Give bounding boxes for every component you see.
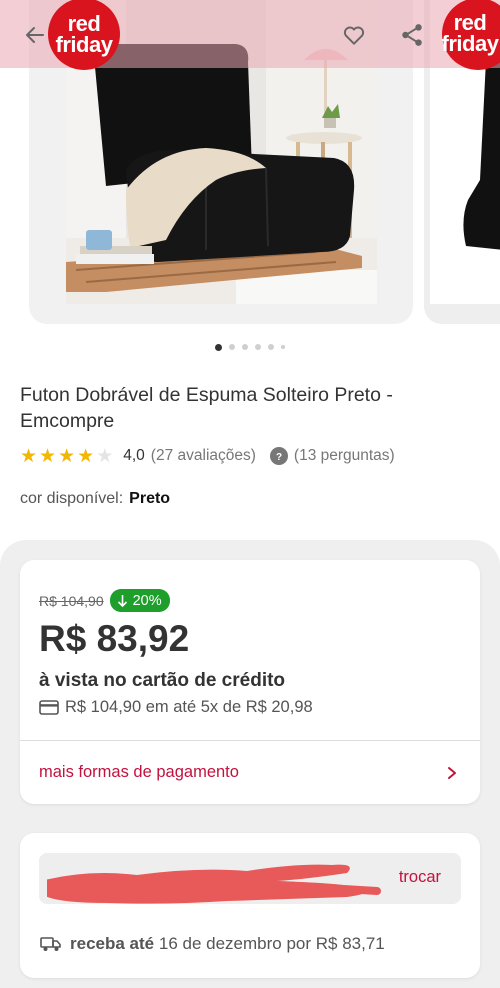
old-price-row: R$ 104,90 20%: [39, 589, 170, 612]
top-app-bar: red friday red friday: [0, 0, 500, 70]
star-icon-empty: ★: [96, 445, 114, 467]
credit-card-icon: [39, 700, 59, 715]
more-payment-options-link[interactable]: mais formas de pagamento: [20, 741, 480, 804]
arrow-left-icon: [26, 27, 44, 43]
pagination-dot[interactable]: [229, 344, 235, 350]
pagination-dot[interactable]: [255, 344, 261, 350]
shipping-card: trocar receba até 16 de dezembro por R$ …: [20, 833, 480, 978]
star-icon-full: ★: [39, 445, 57, 467]
price-card: R$ 104,90 20% R$ 83,92 à vista no cartão…: [20, 560, 480, 804]
redacted-address-scribble: [47, 864, 381, 904]
svg-text:?: ?: [276, 452, 282, 462]
questions-label: (13 perguntas): [293, 447, 395, 464]
chevron-right-icon: [448, 766, 456, 779]
star-icon-full: ★: [77, 445, 95, 467]
current-price: R$ 83,92: [39, 618, 190, 659]
pagination-dot[interactable]: [281, 345, 285, 349]
pagination-dot[interactable]: [268, 344, 274, 350]
rating-row: ★ ★ ★ ★ ★ 4,0 (27 avaliações) ? (13 perg…: [20, 445, 395, 467]
pagination-dot[interactable]: [242, 344, 248, 350]
truck-icon: [40, 937, 61, 951]
reviews-link[interactable]: (27 avaliações): [151, 447, 256, 465]
chat-bubble-icon: ?: [269, 447, 288, 465]
share-button[interactable]: [395, 18, 429, 52]
discount-badge: 20%: [109, 589, 170, 612]
product-title: Futon Dobrável de Espuma Solteiro Preto …: [20, 384, 393, 432]
delivery-details: 16 de dezembro por R$ 83,71: [158, 934, 385, 953]
more-payment-options-label: mais formas de pagamento: [39, 763, 239, 781]
color-availability: cor disponível: Preto: [20, 490, 170, 508]
installments-text: R$ 104,90 em até 5x de R$ 20,98: [65, 698, 313, 716]
heart-icon: [343, 26, 365, 45]
red-friday-badge: red friday: [48, 0, 120, 70]
color-value: Preto: [129, 490, 171, 507]
carousel-pagination: [0, 342, 500, 352]
delivery-bold-label: receba até: [70, 934, 155, 953]
back-button[interactable]: [18, 18, 52, 52]
change-address-button[interactable]: trocar: [399, 868, 441, 887]
pagination-dot-active[interactable]: [215, 343, 222, 351]
rating-stars[interactable]: ★ ★ ★ ★ ★: [20, 447, 113, 466]
rating-value: 4,0: [123, 447, 145, 464]
discount-value: 20%: [132, 592, 162, 609]
star-icon-full: ★: [58, 445, 76, 467]
arrow-down-icon: [117, 595, 127, 607]
installments-row: R$ 104,90 em até 5x de R$ 20,98: [39, 698, 313, 717]
questions-link[interactable]: ? (13 perguntas): [269, 447, 395, 465]
red-friday-badge-next: red friday: [442, 0, 500, 70]
color-label: cor disponível:: [20, 490, 124, 507]
star-icon-full: ★: [20, 445, 38, 467]
address-field[interactable]: trocar: [39, 853, 461, 904]
delivery-estimate: receba até 16 de dezembro por R$ 83,71: [40, 934, 385, 954]
favorite-button[interactable]: [337, 18, 371, 52]
share-icon: [402, 24, 422, 46]
old-price: R$ 104,90: [39, 592, 104, 609]
cash-payment-label: à vista no cartão de crédito: [39, 670, 286, 691]
